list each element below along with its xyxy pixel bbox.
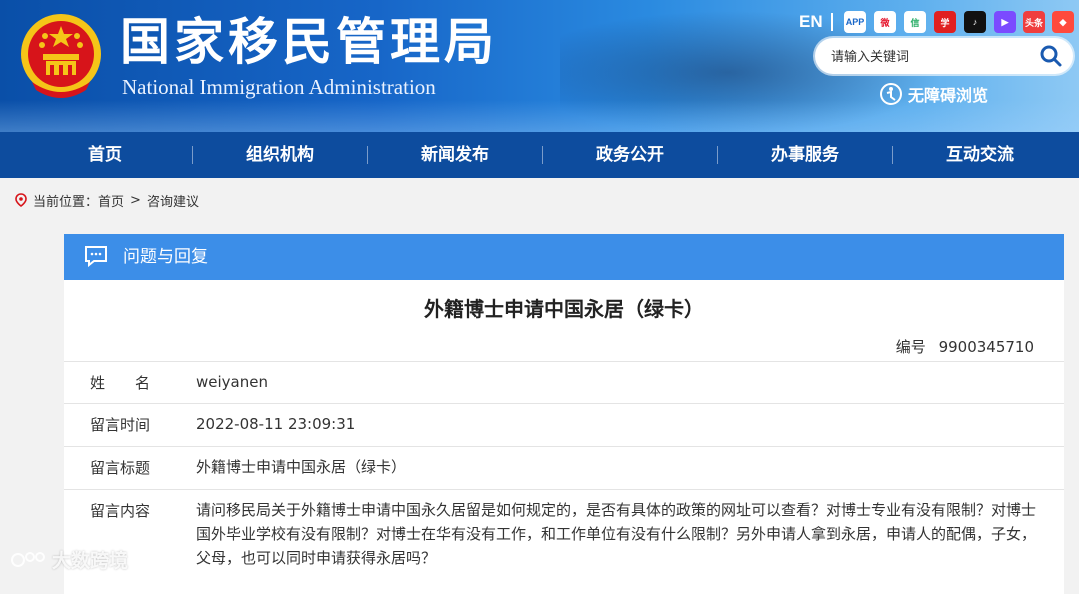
info-row: 留言标题 外籍博士申请中国永居（绿卡） [64,446,1064,490]
number-label: 编号 [895,338,926,356]
search-icon[interactable] [1039,44,1063,68]
question-number: 编号 9900345710 [896,336,1034,357]
watermark-text: 大数跨境 [52,550,129,572]
weibo-icon[interactable]: 微 [874,11,896,33]
nav-divider [717,146,718,164]
row-value: weiyanen [196,373,268,391]
accessibility-link[interactable]: 无障碍浏览 [880,82,988,106]
accessibility-icon [880,83,902,105]
language-switch-link[interactable]: EN [799,12,823,32]
question-title: 外籍博士申请中国永居（绿卡） [424,297,704,321]
nav-item-2[interactable]: 组织机构 [210,132,350,178]
accessibility-label: 无障碍浏览 [908,86,989,105]
breadcrumb-home-link[interactable]: 首页 [98,191,124,210]
row-value: 2022-08-11 23:09:31 [196,415,356,433]
nav-divider [367,146,368,164]
panel-heading: 问题与回复 [123,247,208,267]
breadcrumb-separator: > [130,192,141,208]
nav-item-6[interactable]: 互动交流 [910,132,1050,178]
nav-item-1[interactable]: 首页 [35,132,175,178]
xuexi-icon[interactable]: 学 [934,11,956,33]
row-label: 留言标题 [90,459,151,477]
search-box [815,38,1073,74]
number-value: 9900345710 [938,338,1034,356]
wechat-icon[interactable]: 信 [904,11,926,33]
panel-header: 问题与回复 [64,234,1064,280]
watermark: 大数跨境 [10,546,128,573]
kuaishou-icon[interactable]: ◆ [1052,11,1074,33]
nav-item-5[interactable]: 办事服务 [735,132,875,178]
site-subtitle: National Immigration Administration [122,75,436,99]
toutiao-icon[interactable]: 头条 [1023,11,1045,33]
row-label: 姓 名 [90,374,151,392]
main-nav: 首页 组织机构 新闻发布 政务公开 办事服务 互动交流 [0,132,1079,178]
info-row: 留言内容 请问移民局关于外籍博士申请中国永久居留是如何规定的，是否有具体的政策的网… [64,489,1064,580]
video-icon[interactable]: ▶ [994,11,1016,33]
nav-item-4[interactable]: 政务公开 [560,132,700,178]
nav-divider [542,146,543,164]
message-icon [85,246,107,267]
location-pin-icon [15,193,27,207]
row-value: 外籍博士申请中国永居（绿卡） [196,458,407,476]
app-icon[interactable]: APP [844,11,866,33]
nav-item-3[interactable]: 新闻发布 [385,132,525,178]
divider [831,13,833,31]
breadcrumb-current-link[interactable]: 咨询建议 [147,191,199,210]
breadcrumb-label: 当前位置： [33,194,99,210]
breadcrumb: 当前位置： 首页 > 咨询建议 [14,191,199,210]
info-row: 留言时间 2022-08-11 23:09:31 [64,403,1064,447]
national-emblem-icon[interactable] [18,10,104,100]
site-title: 国家移民管理局 [120,12,498,71]
douyin-icon[interactable]: ♪ [964,11,986,33]
watermark-logo-icon [11,551,45,567]
nav-divider [892,146,893,164]
row-label: 留言内容 [90,502,151,520]
info-row: 姓 名 weiyanen [64,361,1064,404]
row-value: 请问移民局关于外籍博士申请中国永久居留是如何规定的，是否有具体的政策的网址可以查… [196,501,1037,567]
row-label: 留言时间 [90,416,151,434]
nav-divider [192,146,193,164]
search-input[interactable] [829,46,1033,68]
site-header: 国家移民管理局 National Immigration Administrat… [0,0,1079,132]
